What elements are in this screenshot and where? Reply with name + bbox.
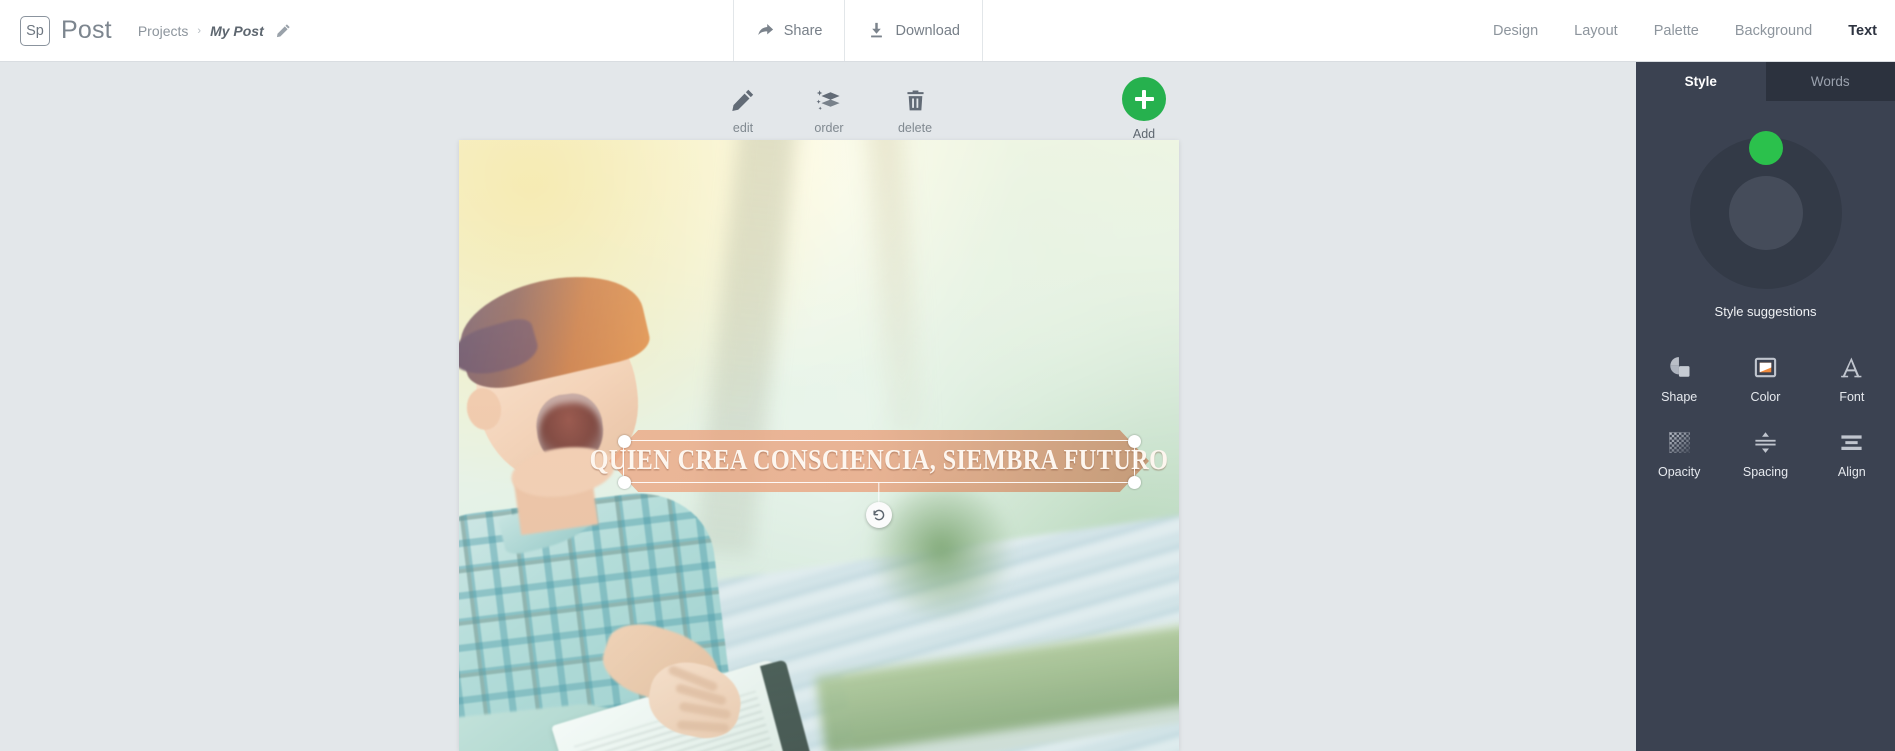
spark-logo-icon: Sp: [20, 15, 50, 46]
edit-tool-label: edit: [732, 121, 754, 135]
tool-opacity-label: Opacity: [1657, 465, 1701, 479]
sidebar-tabs: Style Words: [1636, 62, 1895, 101]
opacity-checker-icon: [1667, 428, 1692, 456]
rotate-ccw-icon: [873, 509, 885, 521]
design-canvas[interactable]: QUIEN CREA CONSCIENCIA, SIEMBRA FUTURO: [459, 140, 1179, 751]
tool-opacity[interactable]: Opacity: [1636, 428, 1722, 479]
style-dial-center: [1728, 176, 1803, 250]
tool-font-label: Font: [1839, 390, 1865, 404]
align-icon: [1839, 428, 1864, 456]
text-tool-grid: Shape Color Font Opacity Spacing Align: [1636, 353, 1895, 479]
editor-workspace: edit order delete Add QUIEN CREA CONSCIE…: [0, 62, 1636, 751]
delete-tool-button[interactable]: delete: [872, 87, 958, 135]
resize-handle-top-left[interactable]: [617, 434, 631, 448]
order-tool-button[interactable]: order: [786, 87, 872, 135]
spacing-icon: [1753, 428, 1778, 456]
nav-item-background[interactable]: Background: [1735, 23, 1812, 39]
share-button[interactable]: Share: [732, 0, 845, 61]
breadcrumb-separator-icon: ›: [197, 24, 202, 37]
text-element[interactable]: QUIEN CREA CONSCIENCIA, SIEMBRA FUTURO: [590, 430, 1168, 528]
order-tool-label: order: [814, 121, 844, 135]
tool-shape[interactable]: Shape: [1636, 353, 1722, 404]
breadcrumb: Projects › My Post: [138, 0, 291, 61]
style-suggestions-control[interactable]: Style suggestions: [1636, 131, 1895, 319]
header-nav: Design Layout Palette Background Text: [1493, 0, 1895, 61]
font-a-icon: [1839, 353, 1864, 381]
download-label: Download: [895, 22, 960, 39]
tool-color[interactable]: Color: [1722, 353, 1808, 404]
delete-tool-label: delete: [897, 121, 933, 135]
shape-icon: [1667, 353, 1692, 381]
tab-words[interactable]: Words: [1765, 62, 1895, 101]
share-label: Share: [783, 22, 823, 39]
photo-child: [459, 260, 835, 751]
download-button[interactable]: Download: [844, 0, 983, 61]
nav-item-design[interactable]: Design: [1493, 23, 1538, 39]
tool-align-label: Align: [1837, 465, 1866, 479]
add-button[interactable]: Add: [1122, 77, 1166, 141]
tool-align[interactable]: Align: [1809, 428, 1895, 479]
layers-order-icon: [816, 87, 842, 113]
tool-shape-label: Shape: [1661, 390, 1698, 404]
header-action-group: Share Download: [732, 0, 983, 61]
tool-color-label: Color: [1750, 390, 1781, 404]
tool-spacing[interactable]: Spacing: [1722, 428, 1808, 479]
nav-item-text[interactable]: Text: [1848, 23, 1877, 39]
selection-bounding-box: [617, 434, 1141, 528]
resize-handle-bottom-right[interactable]: [1127, 475, 1141, 489]
edit-tool-button[interactable]: edit: [700, 87, 786, 135]
nav-item-palette[interactable]: Palette: [1654, 23, 1699, 39]
photo-foliage-blur: [862, 482, 1021, 617]
nav-item-layout[interactable]: Layout: [1574, 23, 1618, 39]
object-toolbar: edit order delete: [700, 87, 958, 135]
tab-style[interactable]: Style: [1636, 62, 1766, 101]
add-button-label: Add: [1132, 127, 1156, 141]
pencil-icon: [731, 87, 755, 113]
resize-handle-bottom-left[interactable]: [617, 475, 631, 489]
trash-icon: [904, 87, 927, 113]
rotate-handle[interactable]: [866, 502, 892, 528]
style-suggestion-dial[interactable]: [1689, 131, 1842, 289]
style-suggestions-label: Style suggestions: [1714, 304, 1817, 319]
tool-spacing-label: Spacing: [1742, 465, 1789, 479]
app-title: Post: [61, 16, 112, 44]
tool-font[interactable]: Font: [1809, 353, 1895, 404]
color-swatch-icon: [1753, 353, 1778, 381]
app-header: Sp Post Projects › My Post Share Downloa…: [0, 0, 1895, 62]
resize-handle-top-right[interactable]: [1127, 434, 1141, 448]
right-sidebar: Style Words Style suggestions Shape Colo…: [1636, 62, 1895, 751]
rename-pencil-icon[interactable]: [276, 23, 291, 38]
brand[interactable]: Sp Post: [0, 0, 112, 61]
plus-icon: [1122, 77, 1166, 121]
rotate-handle-stem: [878, 482, 880, 502]
breadcrumb-current-project[interactable]: My Post: [210, 23, 264, 39]
share-arrow-icon: [758, 24, 773, 36]
download-arrow-icon: [871, 22, 883, 38]
style-dial-marker[interactable]: [1748, 131, 1783, 165]
breadcrumb-projects-link[interactable]: Projects: [138, 23, 189, 39]
